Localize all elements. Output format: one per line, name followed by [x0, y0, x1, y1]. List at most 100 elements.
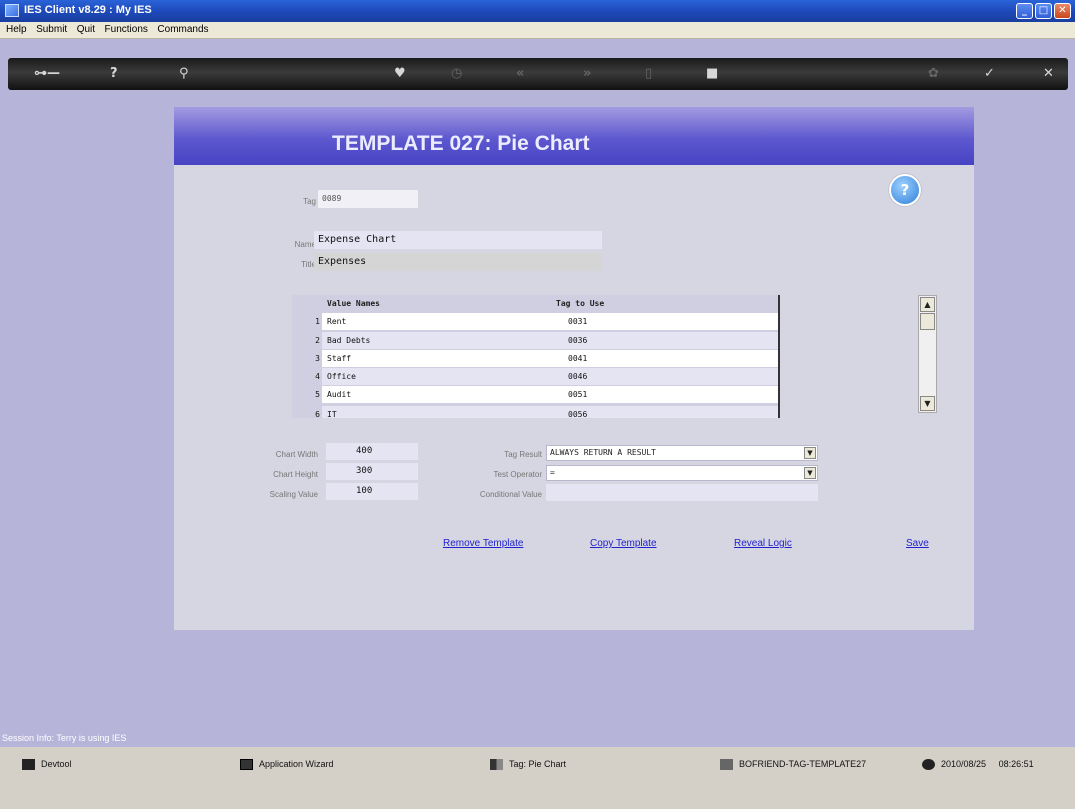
test-operator-select[interactable]: = ▼ — [546, 465, 818, 481]
row-number: 5 — [315, 390, 320, 399]
row-tag: 0041 — [568, 354, 588, 363]
menu-help[interactable]: Help — [6, 22, 27, 38]
row-name: Rent — [327, 317, 347, 326]
tag-status-label: Tag: Pie Chart — [509, 759, 567, 769]
forward-icon[interactable]: » — [583, 67, 591, 81]
grid-row[interactable]: 2 Bad Debts 0036 — [292, 332, 780, 349]
chevron-down-icon[interactable]: ▼ — [804, 447, 816, 459]
scaling-label: Scaling Value — [269, 490, 318, 499]
tag-result-select[interactable]: ALWAYS RETURN A RESULT ▼ — [546, 445, 818, 461]
tag-item[interactable]: Tag: Pie Chart — [490, 759, 567, 771]
back-icon[interactable]: « — [516, 67, 524, 81]
chevron-down-icon[interactable]: ▼ — [804, 467, 816, 479]
help-icon[interactable]: ? — [110, 67, 118, 81]
code-label: BOFRIEND-TAG-TEMPLATE27 — [739, 759, 867, 769]
row-number: 3 — [315, 354, 320, 363]
name-field[interactable]: Expense Chart — [314, 231, 602, 249]
wizard-icon — [240, 759, 253, 771]
grid-header: Value Names Tag to Use — [292, 295, 780, 312]
devtool-label: Devtool — [41, 759, 72, 769]
menu-submit[interactable]: Submit — [36, 22, 67, 38]
grid-row[interactable]: 1 Rent 0031 — [292, 313, 780, 330]
row-name: IT — [327, 410, 337, 418]
help-icon[interactable]: ? — [889, 174, 921, 206]
check-icon[interactable]: ✓ — [984, 67, 995, 81]
search-icon[interactable]: ⚲ — [179, 67, 189, 81]
reveal-logic-link[interactable]: Reveal Logic — [734, 538, 792, 549]
close-window-button[interactable]: ✕ — [1054, 3, 1071, 19]
minimize-button[interactable]: _ — [1016, 3, 1033, 19]
row-tag: 0051 — [568, 390, 588, 399]
stop-icon[interactable]: ■ — [706, 67, 718, 81]
scroll-down-icon[interactable]: ▼ — [920, 396, 935, 411]
tree-icon — [720, 759, 733, 771]
menu-commands[interactable]: Commands — [157, 22, 208, 38]
value-names-grid: Value Names Tag to Use 1 Rent 0031 2 Bad… — [292, 295, 780, 418]
tag-field[interactable]: 0089 — [318, 190, 418, 208]
grid-row[interactable]: 6 IT 0056 — [292, 406, 780, 418]
name-label: Name — [294, 240, 316, 249]
palette-icon[interactable]: ✿ — [928, 67, 939, 81]
devtool-item[interactable]: Devtool — [22, 759, 72, 771]
title-label: Title — [301, 260, 316, 269]
status-bar: Devtool Application Wizard Tag: Pie Char… — [0, 747, 1075, 809]
grid-row[interactable]: 4 Office 0046 — [292, 368, 780, 385]
remove-template-link[interactable]: Remove Template — [443, 538, 523, 549]
clock-icon — [922, 759, 935, 771]
menu-functions[interactable]: Functions — [105, 22, 148, 38]
row-name: Office — [327, 372, 356, 381]
maximize-button[interactable]: □ — [1035, 3, 1052, 19]
menu-quit[interactable]: Quit — [77, 22, 95, 38]
scroll-thumb[interactable] — [920, 313, 935, 330]
title-bar: IES Client v8.29 : My IES _ □ ✕ — [0, 0, 1075, 22]
scroll-up-icon[interactable]: ▲ — [920, 297, 935, 312]
grid-divider — [778, 295, 780, 418]
code-item[interactable]: BOFRIEND-TAG-TEMPLATE27 — [720, 759, 867, 771]
toolbar: ⊶— ? ⚲ ♥ ◷ « » ▯ ■ ✿ ✓ ✕ — [8, 58, 1068, 90]
chart-height-field[interactable]: 300 — [326, 463, 418, 480]
row-number: 6 — [315, 410, 320, 418]
test-operator-value: = — [550, 468, 555, 477]
row-name: Audit — [327, 390, 352, 399]
row-name: Bad Debts — [327, 336, 371, 345]
grid-row[interactable]: 3 Staff 0041 — [292, 350, 780, 367]
chart-width-field[interactable]: 400 — [326, 443, 418, 460]
time-label: 08:26:51 — [998, 759, 1034, 769]
window-title: IES Client v8.29 : My IES — [24, 4, 152, 16]
row-tag: 0046 — [568, 372, 588, 381]
title-field[interactable]: Expenses — [314, 253, 602, 271]
copy-template-link[interactable]: Copy Template — [590, 538, 657, 549]
row-number: 4 — [315, 372, 320, 381]
app-icon — [5, 4, 19, 17]
datetime-item: 2010/08/25 08:26:51 — [922, 759, 1034, 771]
page-title: TEMPLATE 027: Pie Chart — [332, 132, 590, 155]
heart-icon[interactable]: ♥ — [394, 67, 406, 81]
row-number: 2 — [315, 336, 320, 345]
grid-row[interactable]: 5 Audit 0051 — [292, 386, 780, 403]
scaling-field[interactable]: 100 — [326, 483, 418, 500]
chart-width-label: Chart Width — [275, 450, 318, 459]
row-tag: 0036 — [568, 336, 588, 345]
clock-icon[interactable]: ◷ — [451, 67, 462, 81]
devtool-icon — [22, 759, 35, 771]
page-icon[interactable]: ▯ — [645, 67, 652, 81]
test-operator-label: Test Operator — [493, 470, 542, 479]
close-icon[interactable]: ✕ — [1043, 67, 1054, 81]
wizard-label: Application Wizard — [259, 759, 334, 769]
menu-bar: Help Submit Quit Functions Commands — [0, 22, 1075, 39]
wizard-item[interactable]: Application Wizard — [240, 759, 334, 771]
tag-label: Tag — [303, 197, 316, 206]
tag-result-value: ALWAYS RETURN A RESULT — [550, 448, 656, 457]
row-tag: 0056 — [568, 410, 588, 418]
col-value-names: Value Names — [327, 299, 380, 308]
tag-result-label: Tag Result — [504, 450, 542, 459]
date-label: 2010/08/25 — [941, 759, 987, 769]
row-name: Staff — [327, 354, 352, 363]
save-link[interactable]: Save — [906, 538, 929, 549]
session-info: Session Info: Terry is using IES — [2, 733, 127, 743]
grid-scrollbar[interactable]: ▲ ▼ — [918, 295, 937, 413]
row-number: 1 — [315, 317, 320, 326]
conditional-label: Conditional Value — [479, 490, 542, 499]
key-icon[interactable]: ⊶— — [34, 67, 60, 81]
conditional-field[interactable] — [546, 484, 818, 501]
